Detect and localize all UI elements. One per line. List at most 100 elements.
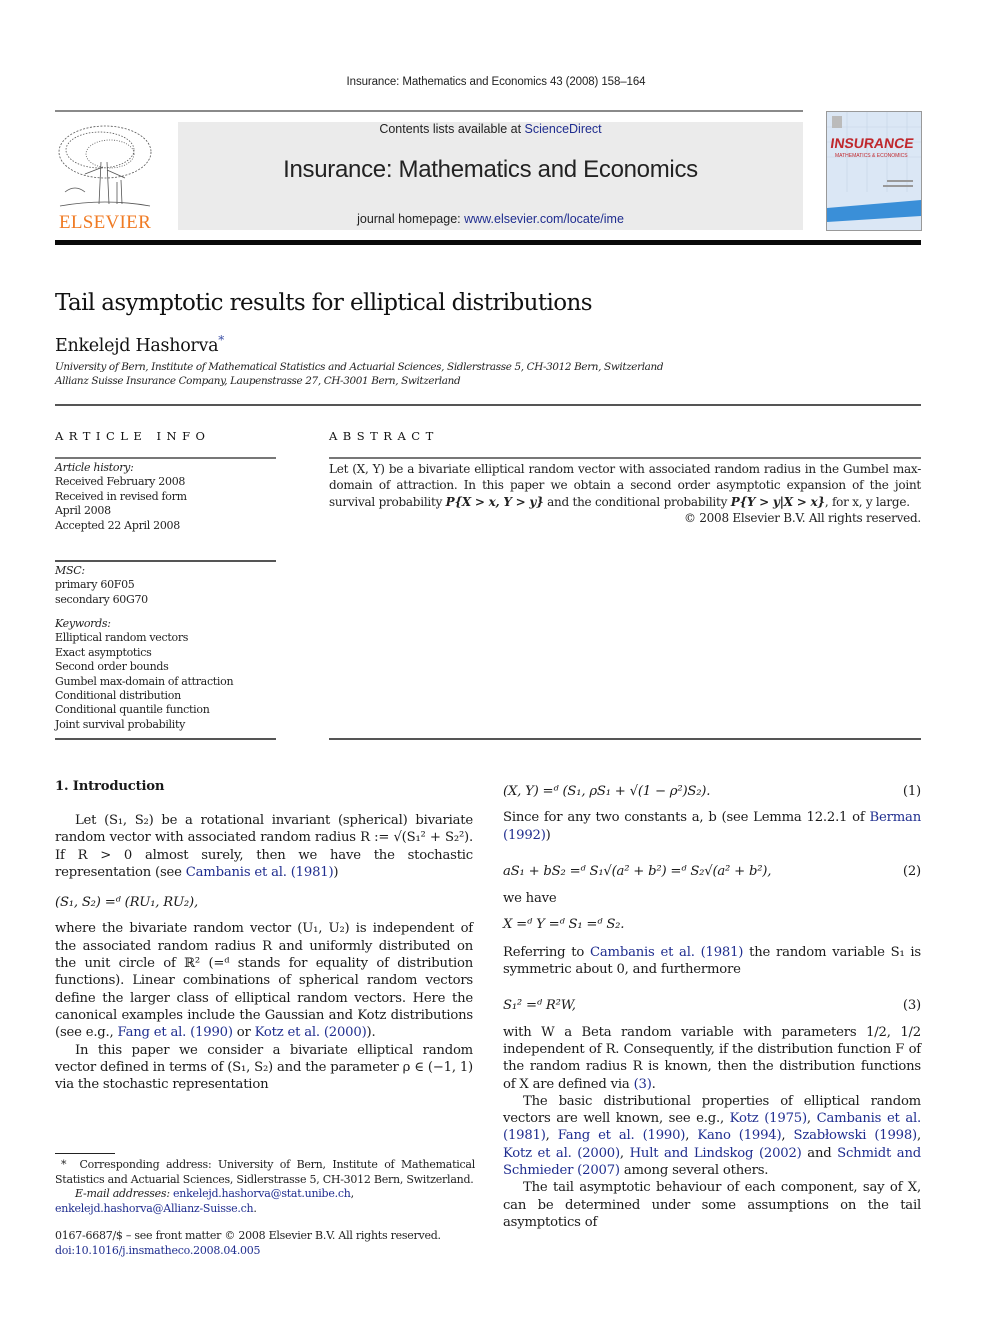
keyword: Conditional distribution <box>55 689 181 703</box>
citation-link[interactable]: Fang et al. (1990) <box>118 1025 233 1040</box>
footnote-corresponding: * Corresponding address: University of B… <box>55 1158 475 1216</box>
citation-link[interactable]: Kotz et al. (2000) <box>503 1146 620 1161</box>
citation-link[interactable]: Kotz (1975) <box>730 1111 807 1126</box>
contents-line: Contents lists available at ScienceDirec… <box>178 122 803 136</box>
equation-number: (3) <box>902 998 921 1014</box>
author-footnote-mark[interactable]: * <box>218 333 224 347</box>
top-rule <box>55 110 803 112</box>
paragraph-text: . <box>651 1076 656 1092</box>
publisher-logo-text: ELSEVIER <box>58 212 152 233</box>
citation-link[interactable]: Cambanis et al. (1981) <box>590 945 743 960</box>
article-history: Article history: Received February 2008 … <box>55 461 285 533</box>
footnote-mark: * <box>61 1158 67 1171</box>
article-info-rule-top <box>55 457 276 459</box>
left-column: Let (S₁, S₂) be a rotational invariant (… <box>55 812 473 1093</box>
keyword: Second order bounds <box>55 660 169 674</box>
footnote-emails-cont: enkelejd.hashorva@Allianz-Suisse.ch. <box>55 1201 257 1215</box>
paragraph-text: or <box>232 1025 255 1041</box>
citation-link[interactable]: Cambanis et al. (1981) <box>186 865 334 880</box>
footnote-emails: E-mail addresses: enkelejd.hashorva@stat… <box>75 1187 354 1200</box>
footnote-address: Corresponding address: University of Ber… <box>55 1158 475 1186</box>
abstract-text-part: and the conditional probability <box>543 494 731 509</box>
paragraph: with W a Beta random variable with param… <box>503 1024 921 1093</box>
msc-label: MSC: <box>55 564 85 577</box>
svg-text:MATHEMATICS & ECONOMICS: MATHEMATICS & ECONOMICS <box>835 153 908 159</box>
abstract-body: Let (X, Y) be a bivariate elliptical ran… <box>329 461 921 526</box>
keyword: Conditional quantile function <box>55 703 210 717</box>
citation-link[interactable]: Kano (1994) <box>697 1128 781 1143</box>
citation-link[interactable]: Fang et al. (1990) <box>558 1128 686 1143</box>
paragraph: In this paper we consider a bivariate el… <box>55 1042 473 1093</box>
keyword: Elliptical random vectors <box>55 631 189 645</box>
history-item: Received in revised form <box>55 489 187 503</box>
paragraph-text: Referring to <box>503 944 590 960</box>
article-info-rule-bottom <box>55 738 276 740</box>
keyword: Gumbel max-domain of attraction <box>55 674 234 688</box>
homepage-link[interactable]: www.elsevier.com/locate/ime <box>464 212 624 226</box>
keywords-block: Keywords: Elliptical random vectors Exac… <box>55 617 285 732</box>
paragraph-text: among several others. <box>619 1163 769 1179</box>
front-matter: 0167-6687/$ – see front matter © 2008 El… <box>55 1229 475 1258</box>
right-column: (X, Y) =ᵈ (S₁, ρS₁ + √(1 − ρ²)S₂). (1) Si… <box>503 783 921 1231</box>
affiliation-1: University of Bern, Institute of Mathema… <box>55 361 664 373</box>
paragraph: Let (S₁, S₂) be a rotational invariant (… <box>55 812 473 881</box>
header-thick-rule <box>55 240 921 245</box>
msc-block: MSC: primary 60F05 secondary 60G70 <box>55 564 285 607</box>
author-line: Enkelejd Hashorva* <box>55 333 224 356</box>
running-head: Insurance: Mathematics and Economics 43 … <box>346 76 646 88</box>
paragraph-text: ). <box>366 1025 376 1041</box>
abstract-rule-bottom <box>329 738 921 740</box>
email-label: E-mail addresses: <box>75 1187 170 1200</box>
equation-text: aS₁ + bS₂ =ᵈ S₁√(a² + b²) =ᵈ S₂√(a² + b²… <box>503 863 772 879</box>
doi-link[interactable]: doi:10.1016/j.insmatheco.2008.04.005 <box>55 1244 475 1259</box>
paragraph: we have <box>503 891 557 907</box>
citation-link[interactable]: Szabłowski (1998) <box>794 1128 918 1143</box>
sciencedirect-link[interactable]: ScienceDirect <box>525 122 602 136</box>
article-info-rule-mid <box>55 560 276 562</box>
paragraph-text: ) <box>333 864 339 880</box>
history-item: April 2008 <box>55 504 111 518</box>
article-info-heading: ARTICLE INFO <box>55 429 211 443</box>
homepage-label: journal homepage: <box>357 212 465 226</box>
equation-text: (X, Y) =ᵈ (S₁, ρS₁ + √(1 − ρ²)S₂). <box>503 784 711 799</box>
keywords-label: Keywords: <box>55 617 111 630</box>
paragraph: The tail asymptotic behaviour of each co… <box>503 1180 921 1230</box>
affiliation-2: Allianz Suisse Insurance Company, Laupen… <box>55 375 461 387</box>
citation-link[interactable]: Kotz et al. (2000) <box>255 1025 367 1040</box>
paragraph: The basic distributional properties of e… <box>503 1093 922 1179</box>
homepage-line: journal homepage: www.elsevier.com/locat… <box>178 212 803 226</box>
footnote-rule <box>55 1153 115 1154</box>
equation-number: (2) <box>902 863 921 879</box>
citation-link[interactable]: Hult and Lindskog (2002) <box>630 1146 802 1161</box>
abstract-text: Let (X, Y) be a bivariate elliptical ran… <box>329 461 921 510</box>
abstract-probability-2: P{Y > y|X > x} <box>730 494 825 509</box>
equation-2: aS₁ + bS₂ =ᵈ S₁√(a² + b²) =ᵈ S₂√(a² + b²… <box>503 863 921 880</box>
paragraph: where the bivariate random vector (U₁, U… <box>55 920 473 1041</box>
history-label: Article history: <box>55 461 134 474</box>
paragraph-text: with W a Beta random variable with param… <box>503 1024 921 1092</box>
paragraph: Since for any two constants a, b (see Le… <box>503 809 921 844</box>
history-item: Accepted 22 April 2008 <box>55 518 180 532</box>
footnote-text: * Corresponding address: University of B… <box>55 1158 475 1187</box>
equation-number: (1) <box>902 784 921 799</box>
journal-banner: Contents lists available at ScienceDirec… <box>178 122 803 230</box>
keyword: Joint survival probability <box>55 717 186 731</box>
keyword: Exact asymptotics <box>55 645 152 659</box>
email-link[interactable]: enkelejd.hashorva@Allianz-Suisse.ch <box>55 1202 254 1215</box>
email-link[interactable]: enkelejd.hashorva@stat.unibe.ch <box>173 1187 351 1200</box>
abstract-rule-top <box>329 457 921 459</box>
abstract-copyright: © 2008 Elsevier B.V. All rights reserved… <box>683 510 921 525</box>
equation-x-y: X =ᵈ Y =ᵈ S₁ =ᵈ S₂. <box>503 917 625 933</box>
history-item: Received February 2008 <box>55 475 186 489</box>
article-title: Tail asymptotic results for elliptical d… <box>55 290 593 316</box>
equation-text: S₁² =ᵈ R²W, <box>503 998 576 1014</box>
section-divider <box>55 404 921 406</box>
author-name: Enkelejd Hashorva <box>55 335 219 356</box>
cover-title: INSURANCE <box>830 135 915 151</box>
abstract-text-part: , for x, y large. <box>824 494 910 509</box>
abstract-heading: ABSTRACT <box>329 429 439 443</box>
equation-reference-link[interactable]: (3) <box>634 1077 652 1092</box>
contents-label: Contents lists available at <box>379 122 525 136</box>
paragraph-text: ) <box>545 827 551 843</box>
equation-1: (X, Y) =ᵈ (S₁, ρS₁ + √(1 − ρ²)S₂). (1) <box>503 783 921 800</box>
